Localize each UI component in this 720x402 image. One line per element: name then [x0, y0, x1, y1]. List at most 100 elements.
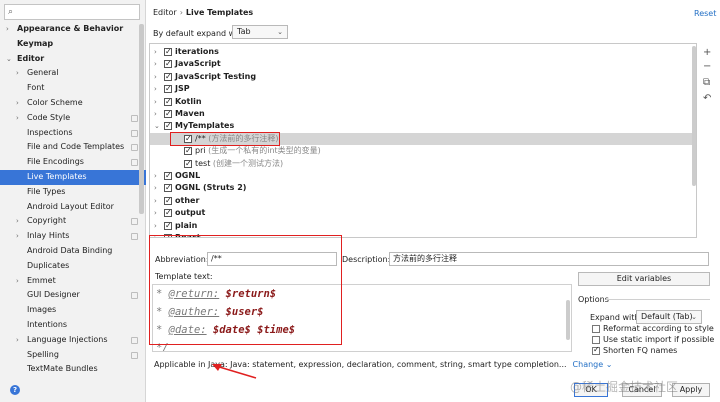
tree-row[interactable]: › JavaScript Testing [150, 71, 696, 83]
sidebar-item[interactable]: GUI Designer [0, 288, 146, 303]
tree-row[interactable]: › Maven [150, 108, 696, 120]
tree-row[interactable]: › iterations [150, 46, 696, 58]
sidebar-item[interactable]: Font [0, 81, 146, 96]
chevron-right-icon[interactable]: › [16, 214, 19, 229]
sidebar-item[interactable]: Live Templates [0, 169, 146, 185]
chevron-right-icon[interactable]: › [154, 46, 157, 58]
template-checkbox[interactable] [164, 108, 172, 120]
sidebar-item[interactable]: File Encodings [0, 155, 146, 170]
option-checkbox[interactable] [592, 325, 600, 333]
tree-row[interactable]: test (创建一个测试方法) [150, 158, 696, 170]
chevron-right-icon[interactable]: › [154, 182, 157, 194]
template-checkbox[interactable] [164, 220, 172, 232]
chevron-right-icon[interactable]: › [154, 195, 157, 207]
duplicate-icon[interactable]: ⧉ [703, 77, 710, 88]
chevron-down-icon[interactable]: ⌄ [6, 52, 12, 67]
template-checkbox[interactable] [164, 120, 172, 133]
template-name: pri [195, 146, 206, 156]
sidebar-item[interactable]: Duplicates [0, 259, 146, 274]
chevron-right-icon[interactable]: › [16, 274, 19, 289]
sidebar-scrollbar[interactable] [139, 24, 144, 214]
chevron-right-icon[interactable]: › [16, 66, 19, 81]
chevron-right-icon[interactable]: › [154, 207, 157, 219]
template-checkbox[interactable] [184, 158, 192, 170]
sidebar-item[interactable]: › Color Scheme [0, 96, 146, 111]
sidebar-item[interactable]: Android Data Binding [0, 244, 146, 259]
chevron-right-icon[interactable]: › [154, 170, 157, 182]
add-icon[interactable]: + [703, 47, 711, 58]
default-expand-select[interactable]: Tab ⌄ [232, 25, 288, 39]
sidebar-item[interactable]: Intentions [0, 318, 146, 333]
sidebar-item[interactable]: Spelling [0, 348, 146, 363]
settings-search-input[interactable]: ⌕ [4, 4, 140, 20]
sidebar-item[interactable]: Images [0, 303, 146, 318]
sidebar-item[interactable]: File Types [0, 185, 146, 200]
template-checkbox[interactable] [164, 96, 172, 108]
edit-variables-button[interactable]: Edit variables [578, 272, 710, 286]
sidebar-item-label: General [27, 68, 59, 78]
sidebar-item[interactable]: › Language Injections [0, 333, 146, 348]
chevron-right-icon[interactable]: › [16, 333, 19, 348]
sidebar-item[interactable]: › Copyright [0, 214, 146, 229]
reset-link[interactable]: Reset [694, 9, 716, 18]
chevron-right-icon[interactable]: › [154, 220, 157, 232]
chevron-right-icon[interactable]: › [154, 108, 157, 120]
tree-row[interactable]: › JSP [150, 83, 696, 95]
sidebar-item[interactable]: › Appearance & Behavior [0, 22, 146, 37]
template-checkbox[interactable] [164, 195, 172, 207]
restore-icon[interactable]: ↶ [703, 93, 711, 104]
sidebar-item-label: File Encodings [27, 157, 84, 167]
tree-row[interactable]: › output [150, 207, 696, 219]
template-name: OGNL [175, 171, 201, 180]
chevron-right-icon[interactable]: › [154, 58, 157, 70]
template-checkbox[interactable] [164, 71, 172, 83]
sidebar-item[interactable]: TextMate Bundles [0, 362, 146, 377]
chevron-right-icon[interactable]: › [16, 111, 19, 126]
sidebar-item[interactable]: Inspections [0, 126, 146, 141]
template-checkbox[interactable] [164, 182, 172, 195]
chevron-right-icon[interactable]: › [16, 96, 19, 111]
tree-row[interactable]: › OGNL (Struts 2) [150, 182, 696, 194]
template-checkbox[interactable] [164, 207, 172, 220]
tree-scrollbar[interactable] [692, 46, 696, 186]
help-icon[interactable]: ? [10, 385, 20, 395]
expand-with-select[interactable]: Default (Tab) ⌄ [636, 310, 702, 324]
tree-row[interactable]: pri (生成一个私有的int类型的变量) [150, 145, 696, 158]
description-input[interactable]: 方法前的多行注释 [389, 252, 709, 266]
tree-row[interactable]: › other [150, 195, 696, 207]
tree-row[interactable]: › OGNL [150, 170, 696, 182]
chevron-right-icon[interactable]: › [154, 83, 157, 95]
sidebar-item[interactable]: File and Code Templates [0, 140, 146, 155]
chevron-down-icon[interactable]: ⌄ [154, 120, 160, 132]
option-label: Use static import if possible [603, 335, 715, 344]
chevron-right-icon[interactable]: › [154, 71, 157, 83]
sidebar-item[interactable]: ⌄ Editor [0, 52, 146, 67]
template-checkbox[interactable] [164, 58, 172, 71]
change-context-link[interactable]: Change ⌄ [573, 360, 613, 369]
breadcrumb-parent[interactable]: Editor [153, 8, 177, 17]
option-checkbox[interactable] [592, 336, 600, 344]
template-checkbox[interactable] [164, 46, 172, 58]
sidebar-item[interactable]: Android Layout Editor [0, 200, 146, 215]
tree-row[interactable]: › plain [150, 220, 696, 232]
template-name: MyTemplates [175, 121, 235, 131]
option-label: Shorten FQ names [603, 346, 678, 355]
tree-row[interactable]: › Kotlin [150, 96, 696, 108]
sidebar-item[interactable]: › General [0, 66, 146, 81]
chevron-right-icon[interactable]: › [154, 96, 157, 108]
template-checkbox[interactable] [164, 83, 172, 96]
chevron-right-icon[interactable]: › [16, 229, 19, 244]
sidebar-item[interactable]: › Inlay Hints [0, 229, 146, 244]
template-checkbox[interactable] [184, 145, 192, 158]
template-name: output [175, 208, 206, 218]
option-checkbox[interactable] [592, 345, 600, 355]
sidebar-item[interactable]: › Code Style [0, 111, 146, 126]
template-text-scrollbar[interactable] [566, 300, 570, 340]
tree-row[interactable]: › JavaScript [150, 58, 696, 70]
sidebar-item[interactable]: › Emmet [0, 274, 146, 289]
sidebar-item[interactable]: Keymap [0, 37, 146, 52]
chevron-right-icon[interactable]: › [6, 22, 9, 37]
tree-row[interactable]: ⌄ MyTemplates [150, 120, 696, 132]
remove-icon[interactable]: − [703, 61, 711, 72]
template-checkbox[interactable] [164, 170, 172, 182]
